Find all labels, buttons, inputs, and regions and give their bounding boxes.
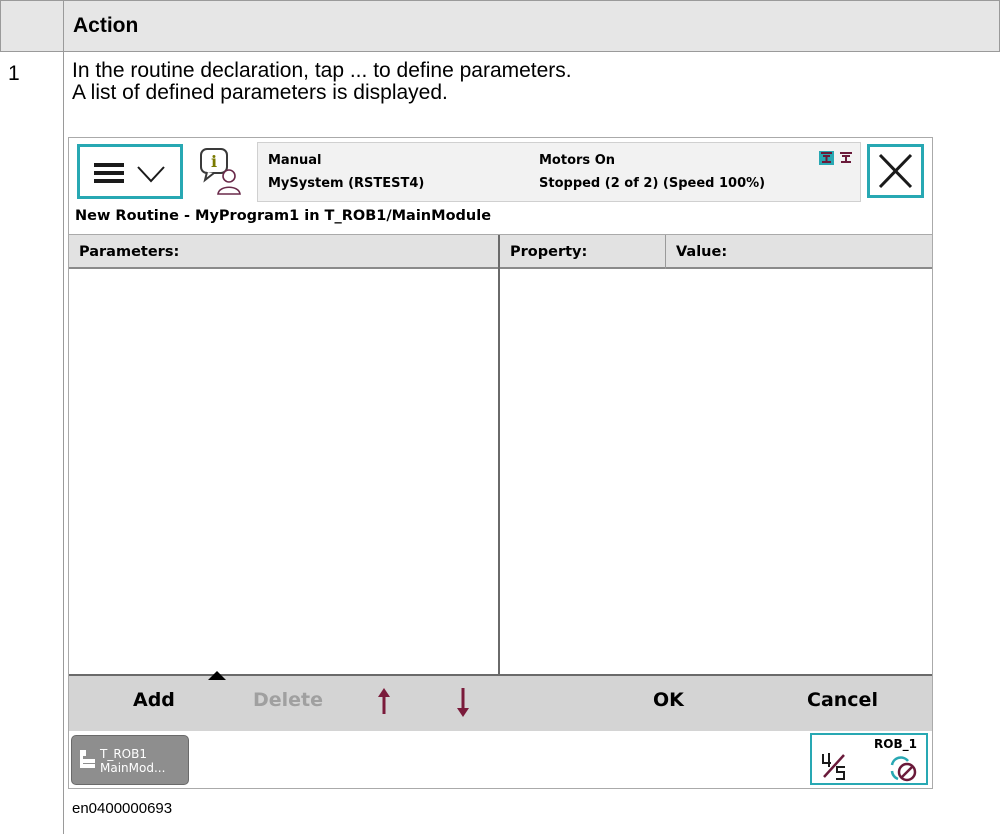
add-button[interactable]: Add	[133, 689, 175, 711]
step-number: 1	[8, 62, 20, 85]
robot-unit-label: ROB_1	[874, 737, 917, 751]
table-left-border	[0, 0, 1, 52]
ok-button[interactable]: OK	[653, 689, 684, 711]
parameter-editor: Parameters: Property: Value:	[69, 234, 932, 676]
motors-state: Motors On	[539, 153, 615, 168]
main-menu-button[interactable]	[77, 144, 183, 199]
step-instruction-line2: A list of defined parameters is displaye…	[72, 81, 448, 104]
task-name: T_ROB1	[100, 747, 147, 761]
parameters-list[interactable]	[69, 269, 498, 675]
operating-mode: Manual	[268, 153, 322, 168]
page-title: New Routine - MyProgram1 in T_ROB1/MainM…	[75, 208, 492, 224]
menu-icon	[94, 163, 124, 183]
task-button-main-module[interactable]: T_ROB1 MainMod...	[71, 735, 189, 785]
program-state: Stopped (2 of 2) (Speed 100%)	[539, 176, 766, 191]
caret-up-icon	[208, 671, 226, 680]
command-bar: Add Delete OK Cancel	[69, 671, 932, 731]
status-bar: i Manual MySystem (RSTEST4) Motors On St…	[69, 138, 932, 206]
close-icon	[878, 153, 913, 189]
step-instruction: In the routine declaration, tap ... to d…	[72, 60, 572, 104]
property-value-list[interactable]	[500, 269, 932, 675]
delete-button[interactable]: Delete	[253, 689, 323, 711]
column-divider	[665, 235, 666, 269]
module-name: MainMod...	[100, 761, 166, 775]
system-name: MySystem (RSTEST4)	[268, 176, 425, 191]
header-action-label: Action	[73, 14, 139, 37]
jog-disabled-icon	[890, 756, 917, 782]
svg-text:i: i	[211, 152, 217, 171]
taskbar: T_ROB1 MainMod... ROB_1	[69, 731, 932, 788]
quickset-button[interactable]: ROB_1	[810, 733, 928, 785]
instruction-table: Action 1 In the routine declaration, tap…	[0, 0, 1000, 834]
value-column-header: Value:	[666, 235, 932, 269]
robot-status-icon	[819, 151, 852, 165]
event-log-info-icon[interactable]: i	[197, 146, 247, 198]
arrow-down-icon[interactable]	[455, 688, 471, 718]
property-column-header: Property:	[500, 235, 665, 269]
parameters-column-header: Parameters:	[69, 235, 498, 269]
speed-fraction-icon	[822, 753, 845, 780]
cancel-button[interactable]: Cancel	[807, 689, 878, 711]
flexpendant-screenshot: i Manual MySystem (RSTEST4) Motors On St…	[68, 137, 933, 789]
step-instruction-line1: In the routine declaration, tap ... to d…	[72, 59, 572, 82]
table-column-divider	[63, 0, 64, 834]
arrow-up-icon[interactable]	[376, 688, 392, 716]
program-module-icon	[80, 750, 95, 768]
table-header-row: Action	[0, 0, 1000, 52]
close-button[interactable]	[867, 144, 924, 198]
chevron-down-icon	[137, 166, 165, 183]
figure-caption: en0400000693	[72, 800, 173, 817]
status-panel[interactable]: Manual MySystem (RSTEST4) Motors On Stop…	[257, 142, 861, 202]
